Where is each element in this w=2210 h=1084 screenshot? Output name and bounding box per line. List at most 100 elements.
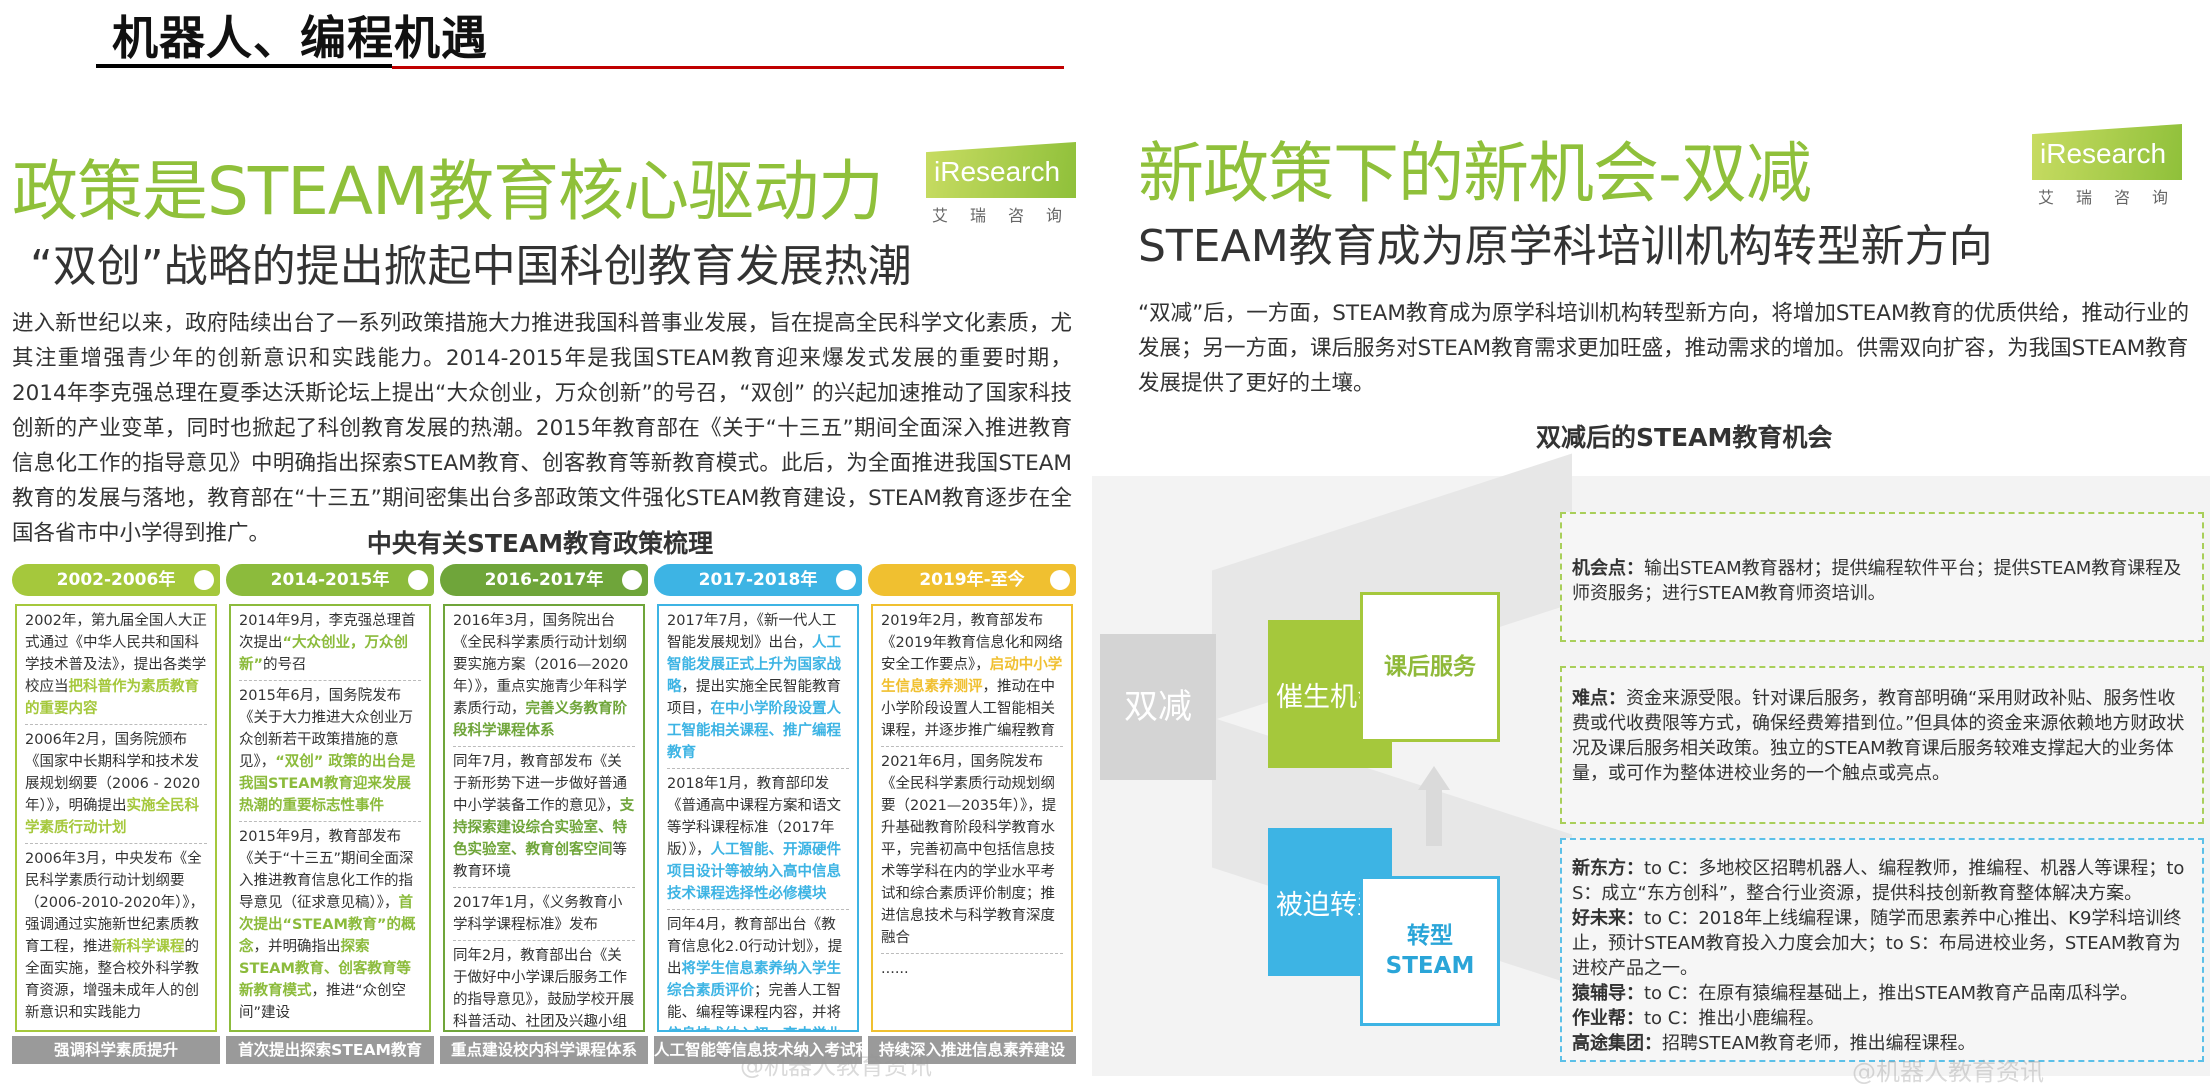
- opportunity-chart-title: 双减后的STEAM教育机会: [1536, 423, 1833, 452]
- info-box-companies: 新东方：to C：多地校区招聘机器人、编程教师，推编程、机器人等课程；to S：…: [1560, 838, 2204, 1062]
- iresearch-logo: iResearch 艾瑞咨询: [926, 134, 1076, 225]
- policy-column-body: 2016年3月，国务院出台《全民科学素质行动计划纲要实施方案（2016—2020…: [443, 604, 645, 1032]
- info-box-opportunity: 机会点：输出STEAM教育器材；提供编程软件平台；提供STEAM教育课程及师资服…: [1560, 512, 2204, 642]
- diagram-node-after-school: 课后服务: [1360, 592, 1500, 742]
- watermark-text: @机器人教育资讯: [1852, 1058, 2044, 1084]
- policy-column-body: 2019年2月，教育部发布《2019年教育信息化和网络安全工作要点》，启动中小学…: [871, 604, 1073, 1032]
- opportunity-diagram: 双减 催生机会 课后服务 被迫转型 转型 STEAM 机会点：输出STEAM教育…: [1092, 453, 2210, 1076]
- policy-entry: ......: [881, 958, 1063, 984]
- policy-column: 2014-2015年 2014年9月，李克强总理首次提出“大众创业，万众创新”的号…: [226, 564, 434, 1064]
- policy-entry: 2019年2月，教育部发布《2019年教育信息化和网络安全工作要点》，启动中小学…: [881, 610, 1063, 747]
- left-slide-title: 政策是STEAM教育核心驱动力: [12, 153, 884, 230]
- company-detail: 招聘STEAM教育老师，推出编程课程。: [1662, 1033, 1976, 1054]
- policy-entry-text: ......: [881, 961, 909, 977]
- right-slide: 新政策下的新机会-双减 iResearch 艾瑞咨询 STEAM教育成为原学科培…: [1092, 100, 2210, 1084]
- period-dot-icon: [1050, 570, 1070, 590]
- period-dot-icon: [622, 570, 642, 590]
- iresearch-logo-mark: iResearch: [2032, 124, 2182, 180]
- right-slide-paragraph: “双减”后，一方面，STEAM教育成为原学科培训机构转型新方向，将增加STEAM…: [1138, 301, 2190, 396]
- diagram-root-node: 双减: [1100, 634, 1216, 780]
- policy-entry-text: 2021年6月，国务院发布《全民科学素质行动规划纲要（2021—2035年）》，…: [881, 754, 1057, 946]
- diagram-node-steam-line2: STEAM: [1385, 953, 1475, 979]
- policy-entry: 2021年6月，国务院发布《全民科学素质行动规划纲要（2021—2035年）》，…: [881, 751, 1063, 954]
- logo-brand: iResearch: [2040, 138, 2167, 169]
- diagram-up-arrow: [1418, 766, 1450, 790]
- policy-column: 2019年-至今 2019年2月，教育部发布《2019年教育信息化和网络安全工作要…: [868, 564, 1076, 1064]
- policy-column-period: 2016-2017年: [440, 564, 648, 596]
- policy-entry-text: 的号召: [263, 657, 307, 673]
- company-detail: to C：推出小鹿编程。: [1644, 1008, 1825, 1029]
- policy-column-body: 2014年9月，李克强总理首次提出“大众创业，万众创新”的号召 2015年6月，国…: [229, 604, 431, 1032]
- period-dot-icon: [836, 570, 856, 590]
- info-key: 机会点：: [1572, 558, 1644, 579]
- policy-entry: 2006年3月，中央发布《全民科学素质行动计划纲要（2006-2010-2020…: [25, 848, 207, 1028]
- left-slide-paragraph: 进入新世纪以来，政府陆续出台了一系列政策措施大力推进我国科普事业发展，旨在提高全…: [12, 311, 1072, 546]
- policy-column-period: 2019年-至今: [868, 564, 1076, 596]
- info-text: 输出STEAM教育器材；提供编程软件平台；提供STEAM教育课程及师资服务；进行…: [1572, 558, 2182, 604]
- policy-entry: 同年4月，教育部出台《教育信息化2.0行动计划》，提出将学生信息素养纳入学生综合…: [667, 914, 849, 1030]
- company-name: 高途集团：: [1572, 1033, 1662, 1054]
- policy-entry: 2002年，第九届全国人大正式通过《中华人民共和国科学技术普及法》，提出各类学校…: [25, 610, 207, 725]
- company-detail: to C：2018年上线编程课，随学而思素养中心推出、K9学科培训终止，预计ST…: [1572, 908, 2182, 979]
- policy-entry-text: 2015年9月，教育部发布《关于“十三五”期间全面深入推进教育信息化工作的指导意…: [239, 829, 414, 911]
- diagram-node-steam: 转型 STEAM: [1360, 876, 1500, 1026]
- policy-entry-text: 2017年7月，《新一代人工智能发展规划》出台，: [667, 613, 837, 651]
- policy-entry-highlight: 新科学课程: [112, 939, 185, 955]
- diagram-node-steam-line1: 转型: [1407, 923, 1453, 949]
- policy-column: 2016-2017年 2016年3月，国务院出台《全民科学素质行动计划纲要实施方案…: [440, 564, 648, 1064]
- policy-column-body: 2002年，第九届全国人大正式通过《中华人民共和国科学技术普及法》，提出各类学校…: [15, 604, 217, 1032]
- logo-subtext: 艾瑞咨询: [2038, 188, 2191, 207]
- period-dot-icon: [408, 570, 428, 590]
- policy-entry: 2006年2月，国务院颁布《国家中长期科学和技术发展规划纲要（2006 - 20…: [25, 729, 207, 844]
- policy-column-period: 2002-2006年: [12, 564, 220, 596]
- policy-entry: 2018年1月，教育部印发《普通高中课程方案和语文等学科课程标准（2017年版）…: [667, 773, 849, 910]
- policy-table-title: 中央有关STEAM教育政策梳理: [366, 529, 714, 558]
- policy-column: 2017-2018年 2017年7月，《新一代人工智能发展规划》出台，人工智能发展…: [654, 564, 862, 1064]
- company-name: 猿辅导：: [1572, 983, 1644, 1004]
- company-line: 新东方：to C：多地校区招聘机器人、编程教师，推编程、机器人等课程；to S：…: [1572, 856, 2192, 906]
- iresearch-logo: iResearch 艾瑞咨询: [2032, 116, 2182, 207]
- policy-entry-text: ，并明确指出: [253, 939, 341, 955]
- policy-entry: 2014年9月，李克强总理首次提出“大众创业，万众创新”的号召: [239, 610, 421, 681]
- iresearch-logo-mark: iResearch: [926, 142, 1076, 198]
- policy-entry: 2017年1月，《义务教育小学科学课程标准》发布: [453, 892, 635, 941]
- company-detail: to C：在原有猿编程基础上，推出STEAM教育产品南瓜科学。: [1644, 983, 2138, 1004]
- policy-column-body: 2017年7月，《新一代人工智能发展规划》出台，人工智能发展正式上升为国家战略，…: [657, 604, 859, 1032]
- watermark-text: @机器人教育资讯: [740, 1052, 932, 1080]
- policy-column: 2002-2006年 2002年，第九届全国人大正式通过《中华人民共和国科学技术普…: [12, 564, 220, 1064]
- diagram-up-arrow-stem: [1426, 790, 1442, 846]
- policy-column-period: 2014-2015年: [226, 564, 434, 596]
- company-name: 作业帮：: [1572, 1008, 1644, 1029]
- logo-brand: iResearch: [934, 156, 1061, 187]
- right-slide-title: 新政策下的新机会-双减: [1138, 135, 1812, 212]
- policy-timeline: 2002-2006年 2002年，第九届全国人大正式通过《中华人民共和国科学技术普…: [12, 564, 1076, 1064]
- info-key: 难点：: [1572, 688, 1626, 709]
- policy-entry: 2017年7月，《新一代人工智能发展规划》出台，人工智能发展正式上升为国家战略，…: [667, 610, 849, 769]
- company-name: 好未来：: [1572, 908, 1644, 929]
- page-header-title: 机器人、编程机遇: [112, 11, 488, 65]
- right-slide-subtitle: STEAM教育成为原学科培训机构转型新方向: [1138, 221, 1993, 272]
- policy-entry: 同年2月，教育部出台《关于做好中小学课后服务工作的指导意见》，鼓励学校开展科普活…: [453, 945, 635, 1030]
- company-detail: to C：多地校区招聘机器人、编程教师，推编程、机器人等课程；to S：成立“东…: [1572, 858, 2185, 904]
- policy-entry-highlight: 信息技术纳入初、高中学业水平考试: [667, 1027, 841, 1030]
- left-slide-subtitle: “双创”战略的提出掀起中国科创教育发展热潮: [30, 241, 912, 292]
- company-name: 新东方：: [1572, 858, 1644, 879]
- policy-column-footer: 首次提出探索STEAM教育: [226, 1036, 434, 1064]
- logo-subtext: 艾瑞咨询: [932, 206, 1085, 225]
- header-underline-black: [96, 64, 392, 68]
- policy-entry: 2015年9月，教育部发布《关于“十三五”期间全面深入推进教育信息化工作的指导意…: [239, 826, 421, 1028]
- policy-entry-text: 2017年1月，《义务教育小学科学课程标准》发布: [453, 895, 623, 933]
- policy-entry: 2015年6月，国务院发布《关于大力推进大众创业万众创新若干政策措施的意见》，“…: [239, 685, 421, 822]
- info-box-difficulty: 难点：资金来源受限。针对课后服务，教育部明确“采用财政补贴、服务性收费或代收费限…: [1560, 666, 2204, 824]
- period-dot-icon: [194, 570, 214, 590]
- company-line: 猿辅导：to C：在原有猿编程基础上，推出STEAM教育产品南瓜科学。: [1572, 981, 2192, 1006]
- policy-column-footer: 重点建设校内科学课程体系: [440, 1036, 648, 1064]
- company-line: 作业帮：to C：推出小鹿编程。: [1572, 1006, 2192, 1031]
- policy-entry: 同年7月，教育部发布《关于新形势下进一步做好普通中小学装备工作的意见》，支持探索…: [453, 751, 635, 888]
- policy-column-period: 2017-2018年: [654, 564, 862, 596]
- policy-entry-text: 同年2月，教育部出台《关于做好中小学课后服务工作的指导意见》，鼓励学校开展科普活…: [453, 948, 635, 1030]
- header-underline-red: [392, 66, 1064, 69]
- info-text: 资金来源受限。针对课后服务，教育部明确“采用财政补贴、服务性收费或代收费限等方式…: [1572, 688, 2185, 784]
- policy-entry: 2016年3月，国务院出台《全民科学素质行动计划纲要实施方案（2016—2020…: [453, 610, 635, 747]
- policy-entry-text: 同年7月，教育部发布《关于新形势下进一步做好普通中小学装备工作的意见》，: [453, 754, 627, 814]
